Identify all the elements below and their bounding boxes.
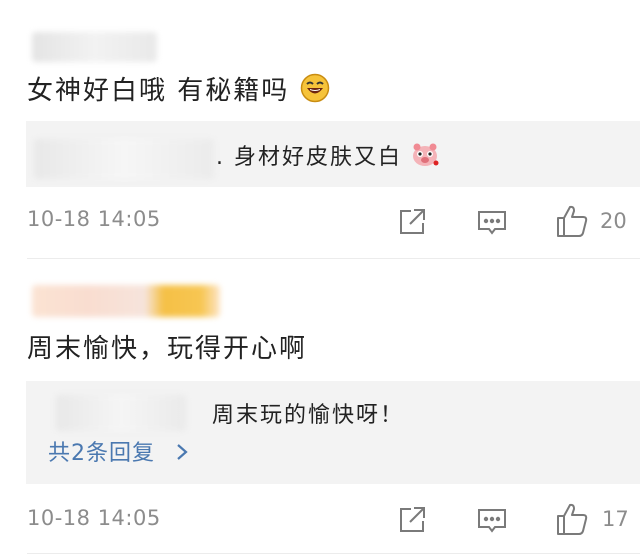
like-icon[interactable]	[555, 203, 589, 237]
like-count: 17	[602, 507, 629, 531]
reply-preview[interactable]: 周末玩的愉快呀！ 共2条回复	[26, 381, 640, 484]
share-icon[interactable]	[395, 503, 429, 537]
share-icon[interactable]	[395, 205, 429, 239]
comment-body: 周末愉快，玩得开心啊	[27, 334, 308, 364]
laughing-face-emoji	[300, 73, 330, 110]
comment-text: 周末愉快，玩得开心啊	[27, 328, 307, 365]
chevron-right-icon	[175, 442, 189, 468]
reply-username-redacted	[34, 139, 214, 179]
more-replies-label: 共2条回复	[48, 441, 155, 466]
username-redacted[interactable]	[32, 32, 157, 62]
more-replies-link[interactable]: 共2条回复	[48, 435, 189, 468]
reply-icon[interactable]	[475, 205, 509, 239]
divider	[27, 553, 640, 554]
reply-body: . 身材好皮肤又白	[216, 145, 402, 170]
reply-text: . 身材好皮肤又白	[216, 139, 439, 174]
comment-timestamp: 10-18 14:05	[27, 506, 161, 530]
reply-text: 周末玩的愉快呀！	[212, 403, 405, 428]
reply-icon[interactable]	[475, 503, 509, 537]
username-redacted[interactable]	[32, 285, 220, 317]
reply-username-redacted	[56, 395, 186, 431]
like-count: 20	[600, 209, 627, 233]
pig-face-emoji	[411, 142, 439, 174]
reply-preview[interactable]: . 身材好皮肤又白	[26, 121, 640, 187]
divider	[27, 258, 640, 259]
comment-body: 女神好白哦 有秘籍吗	[27, 76, 290, 106]
comment-text: 女神好白哦 有秘籍吗	[27, 70, 330, 110]
like-icon[interactable]	[555, 501, 589, 535]
comment-timestamp: 10-18 14:05	[27, 207, 161, 231]
